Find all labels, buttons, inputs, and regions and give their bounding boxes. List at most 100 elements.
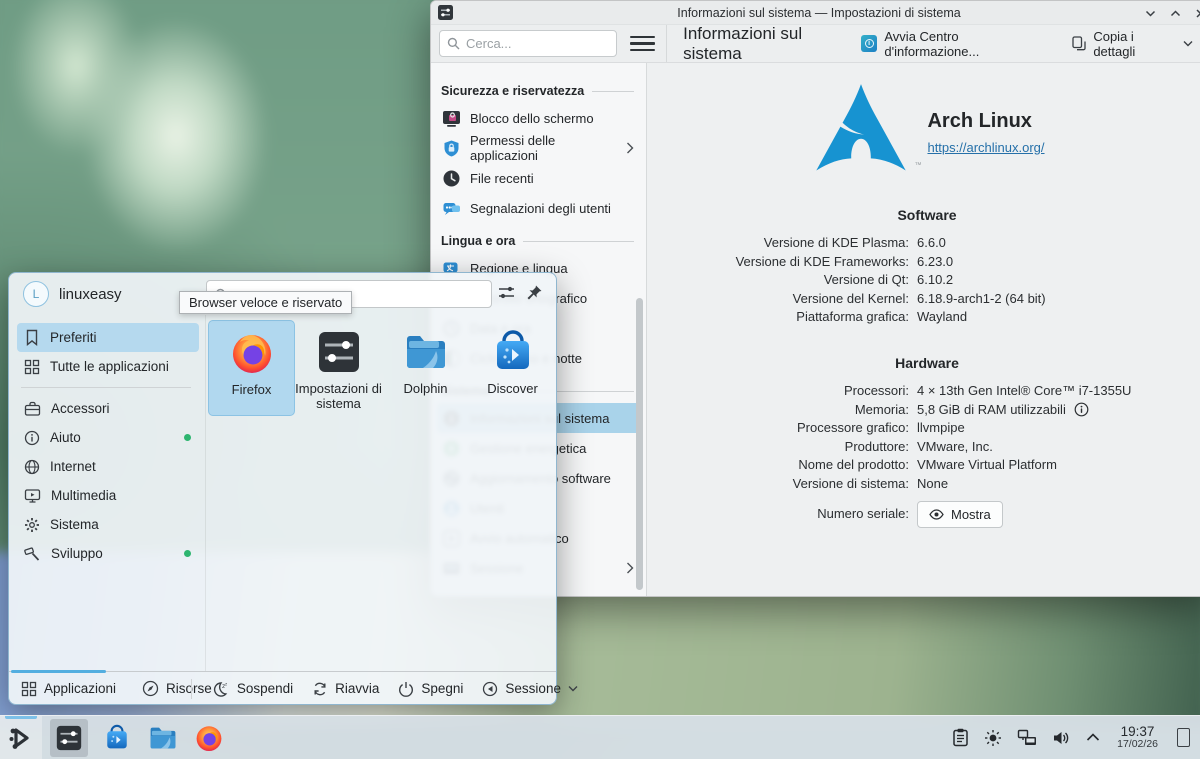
- info-row: Nome del prodotto:VMware Virtual Platfor…: [647, 456, 1200, 475]
- minimize-button[interactable]: [1143, 6, 1157, 20]
- info-row: Versione di sistema:None: [647, 475, 1200, 494]
- copy-details-button[interactable]: Copia i dettagli: [1072, 29, 1193, 59]
- chevron-up-icon[interactable]: [1086, 733, 1100, 742]
- distro-name: Arch Linux: [927, 110, 1044, 133]
- sidebar-item-blocco-dello-schermo[interactable]: Blocco dello schermo: [437, 103, 640, 133]
- favorites-grid: Firefox Impostazioni di sistema Dolphin …: [206, 315, 556, 671]
- task-discover[interactable]: [98, 719, 136, 757]
- brightness-icon[interactable]: [984, 729, 1002, 747]
- restart-button[interactable]: Riavvia: [312, 681, 379, 697]
- clipboard-icon[interactable]: [952, 728, 969, 747]
- task-dolphin[interactable]: [144, 719, 182, 757]
- show-serial-button[interactable]: Mostra: [917, 501, 1003, 528]
- user-name: linuxeasy: [59, 286, 122, 303]
- sidebar-item-sviluppo[interactable]: Sviluppo: [17, 539, 199, 568]
- dolphin-icon: [148, 723, 178, 753]
- apps-grid-icon: [21, 681, 37, 697]
- recent-files-icon: [442, 169, 461, 188]
- software-heading: Software: [647, 207, 1200, 223]
- info-row: Versione di Qt:6.10.2: [647, 271, 1200, 290]
- app-tile-discover[interactable]: Discover: [469, 320, 556, 416]
- app-tile-dolphin[interactable]: Dolphin: [382, 320, 469, 416]
- task-firefox[interactable]: [190, 719, 228, 757]
- serial-row: Numero seriale: Mostra: [647, 501, 1200, 528]
- sidebar-item-segnalazioni-degli-utenti[interactable]: Segnalazioni degli utenti: [437, 193, 640, 223]
- maximize-button[interactable]: [1168, 6, 1182, 20]
- system-icon: [24, 517, 40, 533]
- eye-icon: [929, 509, 944, 520]
- places-icon: [142, 680, 159, 697]
- app-permissions-icon: [442, 139, 461, 158]
- shutdown-icon: [398, 681, 414, 697]
- close-button[interactable]: [1193, 6, 1200, 20]
- clock-date: 17/02/26: [1117, 739, 1158, 750]
- sidebar-item-preferiti[interactable]: Preferiti: [17, 323, 199, 352]
- menu-icon[interactable]: [630, 34, 655, 54]
- internet-icon: [24, 459, 40, 475]
- info-row: Versione del Kernel:6.18.9-arch1-2 (64 b…: [647, 290, 1200, 309]
- sidebar-item-aiuto[interactable]: Aiuto: [17, 423, 199, 452]
- dolphin-icon: [403, 329, 449, 375]
- copy-icon: [1072, 36, 1086, 51]
- settings-search[interactable]: [439, 30, 617, 57]
- tab-applicazioni[interactable]: Applicazioni: [21, 681, 116, 697]
- system-settings-icon: [438, 5, 453, 20]
- pin-icon[interactable]: [526, 284, 543, 301]
- chevron-down-icon: [568, 685, 578, 692]
- window-title: Informazioni sul sistema — Impostazioni …: [431, 6, 1200, 20]
- firefox-icon: [194, 723, 224, 753]
- volume-icon[interactable]: [1052, 730, 1071, 746]
- info-row: Piattaforma grafica:Wayland: [647, 308, 1200, 327]
- lock-screen-icon: [442, 109, 461, 128]
- section-header: Sicurezza e riservatezza: [431, 79, 646, 103]
- sidebar-item-sistema[interactable]: Sistema: [17, 510, 199, 539]
- restart-icon: [312, 681, 328, 697]
- suspend-icon: zz: [212, 681, 230, 697]
- chevron-right-icon: [626, 142, 634, 154]
- sidebar-item-accessori[interactable]: Accessori: [17, 394, 199, 423]
- memory-info-icon[interactable]: [1074, 402, 1089, 417]
- user-avatar[interactable]: L: [23, 281, 49, 307]
- discover-icon: [490, 329, 536, 375]
- sidebar-item-tutte-le-applicazioni[interactable]: Tutte le applicazioni: [17, 352, 199, 381]
- system-settings-icon: [316, 329, 362, 375]
- system-settings-icon: [55, 724, 83, 752]
- session-menu-icon: [482, 681, 498, 697]
- launcher-sidebar: Preferiti Tutte le applicazioni Accessor…: [9, 315, 206, 671]
- session-menu-button[interactable]: Sessione: [482, 681, 578, 697]
- desktop: { "settings_window": { "titlebar": { "ti…: [0, 0, 1200, 759]
- sidebar-scrollbar[interactable]: [636, 298, 643, 590]
- info-row: Processori:4 × 13th Gen Intel® Core™ i7-…: [647, 382, 1200, 401]
- titlebar[interactable]: Informazioni sul sistema — Impostazioni …: [431, 1, 1200, 25]
- distro-url-link[interactable]: https://archlinux.org/: [927, 140, 1044, 155]
- active-tab-indicator: [11, 670, 106, 673]
- launch-info-center-button[interactable]: i Avvia Centro d'informazione...: [861, 29, 1052, 59]
- task-system-settings[interactable]: [50, 719, 88, 757]
- sidebar-item-file-recenti[interactable]: File recenti: [437, 163, 640, 193]
- show-desktop-button[interactable]: [1177, 728, 1190, 747]
- development-icon: [24, 546, 41, 562]
- info-row: Memoria:5,8 GiB di RAM utilizzabili: [647, 401, 1200, 420]
- user-feedback-icon: [442, 199, 461, 218]
- suspend-button[interactable]: zz Sospendi: [212, 681, 293, 697]
- tab-risorse[interactable]: Risorse: [142, 680, 212, 697]
- hardware-heading: Hardware: [647, 355, 1200, 371]
- network-icon[interactable]: [1017, 729, 1037, 747]
- sidebar-item-permessi-delle-applicazioni[interactable]: Permessi delle applicazioni: [437, 133, 640, 163]
- sidebar-item-multimedia[interactable]: Multimedia: [17, 481, 199, 510]
- clock[interactable]: 19:37 17/02/26: [1117, 725, 1158, 751]
- configure-icon[interactable]: [497, 284, 516, 301]
- info-row: Processore grafico:llvmpipe: [647, 419, 1200, 438]
- sidebar-item-internet[interactable]: Internet: [17, 452, 199, 481]
- application-launcher-popup: L linuxeasy Browser veloce e riservato P…: [8, 272, 557, 705]
- discover-icon: [103, 724, 131, 752]
- application-launcher-button[interactable]: [0, 716, 42, 759]
- svg-text:z: z: [225, 681, 228, 686]
- firefox-icon: [229, 330, 275, 376]
- info-row: Versione di KDE Frameworks:6.23.0: [647, 253, 1200, 272]
- shutdown-button[interactable]: Spegni: [398, 681, 463, 697]
- settings-search-input[interactable]: [466, 36, 609, 51]
- info-row: Versione di KDE Plasma:6.6.0: [647, 234, 1200, 253]
- app-tile-firefox[interactable]: Firefox: [208, 320, 295, 416]
- app-tile-impostazioni-di-sistema[interactable]: Impostazioni di sistema: [295, 320, 382, 416]
